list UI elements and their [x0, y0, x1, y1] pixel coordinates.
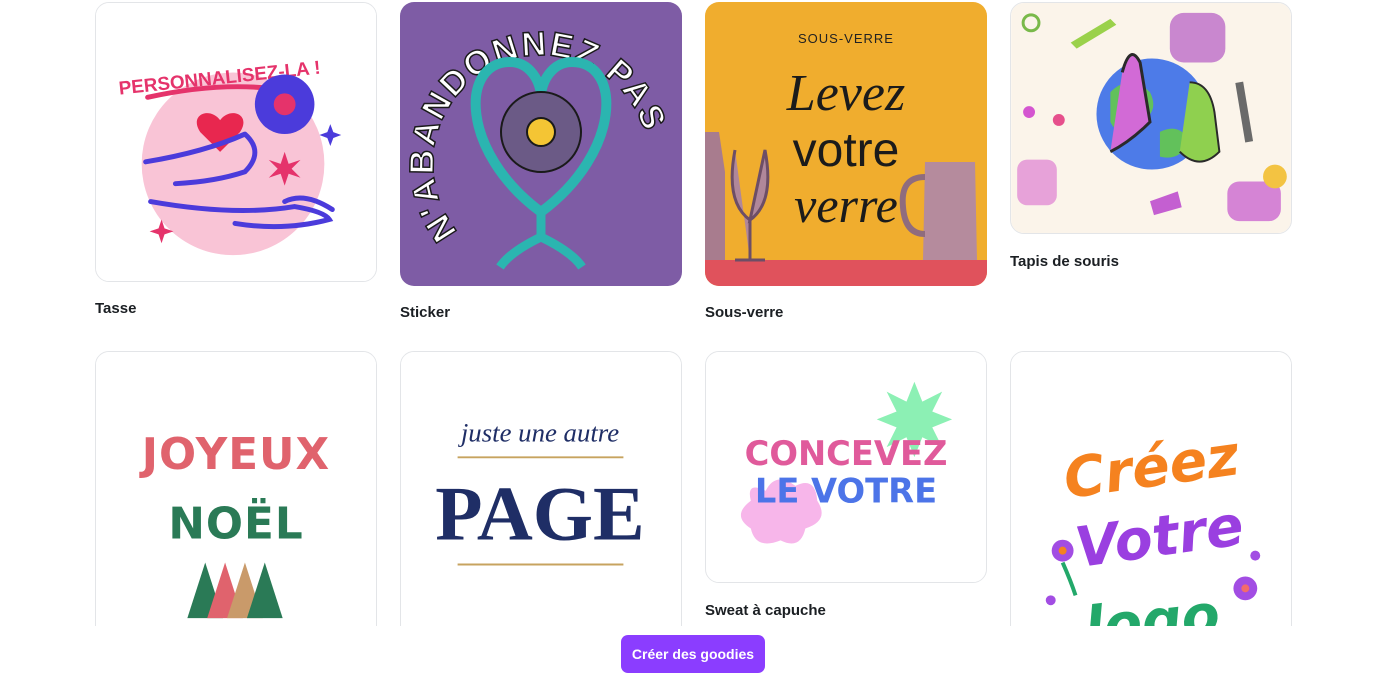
product-thumbnail-tapis-de-souris[interactable] — [1010, 2, 1292, 234]
hoodie-design-illustration: CONCEVEZ LE VOTRE — [706, 352, 986, 582]
create-goodies-button[interactable]: Créer des goodies — [621, 635, 765, 673]
logo-design-illustration: Créez Votre logo — [1011, 352, 1291, 626]
sticker-design-illustration: N'ABANDONNEZ PAS — [400, 2, 682, 286]
mousepad-design-illustration — [1011, 3, 1291, 233]
notebook-line2: PAGE — [435, 471, 644, 557]
product-label[interactable]: Sous-verre — [705, 304, 783, 321]
product-thumbnail-christmas[interactable]: JOYEUX NOËL — [95, 351, 377, 626]
product-thumbnail-tasse[interactable]: PERSONNALISEZ-LA ! — [95, 2, 377, 282]
coaster-kicker: SOUS-VERRE — [798, 31, 894, 46]
product-thumbnail-notebook[interactable]: juste une autre PAGE — [400, 351, 682, 626]
hoodie-line2: LE VOTRE — [755, 472, 937, 511]
coaster-line2: votre — [793, 124, 900, 177]
hoodie-line1: CONCEVEZ — [745, 434, 948, 473]
product-label[interactable]: Tasse — [95, 300, 136, 317]
coaster-line3: verre — [794, 177, 898, 233]
product-thumbnail-sticker[interactable]: N'ABANDONNEZ PAS — [400, 2, 682, 286]
mug-design-illustration: PERSONNALISEZ-LA ! — [96, 3, 376, 281]
notebook-line1: juste une autre — [458, 417, 619, 447]
christmas-design-illustration: JOYEUX NOËL — [96, 352, 376, 626]
product-label[interactable]: Tapis de souris — [1010, 253, 1119, 270]
product-label[interactable]: Sweat à capuche — [705, 602, 826, 619]
christmas-line2: NOËL — [168, 497, 303, 550]
coaster-line1: Levez — [786, 65, 905, 122]
product-thumbnail-sous-verre[interactable]: SOUS-VERRE Levez votre verre — [705, 2, 987, 286]
notebook-design-illustration: juste une autre PAGE — [401, 352, 681, 626]
goodies-grid: PERSONNALISEZ-LA ! Tasse N'ABANDONNEZ PA… — [0, 0, 1400, 626]
product-label[interactable]: Sticker — [400, 304, 450, 321]
product-thumbnail-logo[interactable]: Créez Votre logo — [1010, 351, 1292, 626]
christmas-line1: JOYEUX — [139, 429, 330, 480]
product-thumbnail-sweat-a-capuche[interactable]: CONCEVEZ LE VOTRE — [705, 351, 987, 583]
coaster-design-illustration: SOUS-VERRE Levez votre verre — [705, 2, 987, 286]
